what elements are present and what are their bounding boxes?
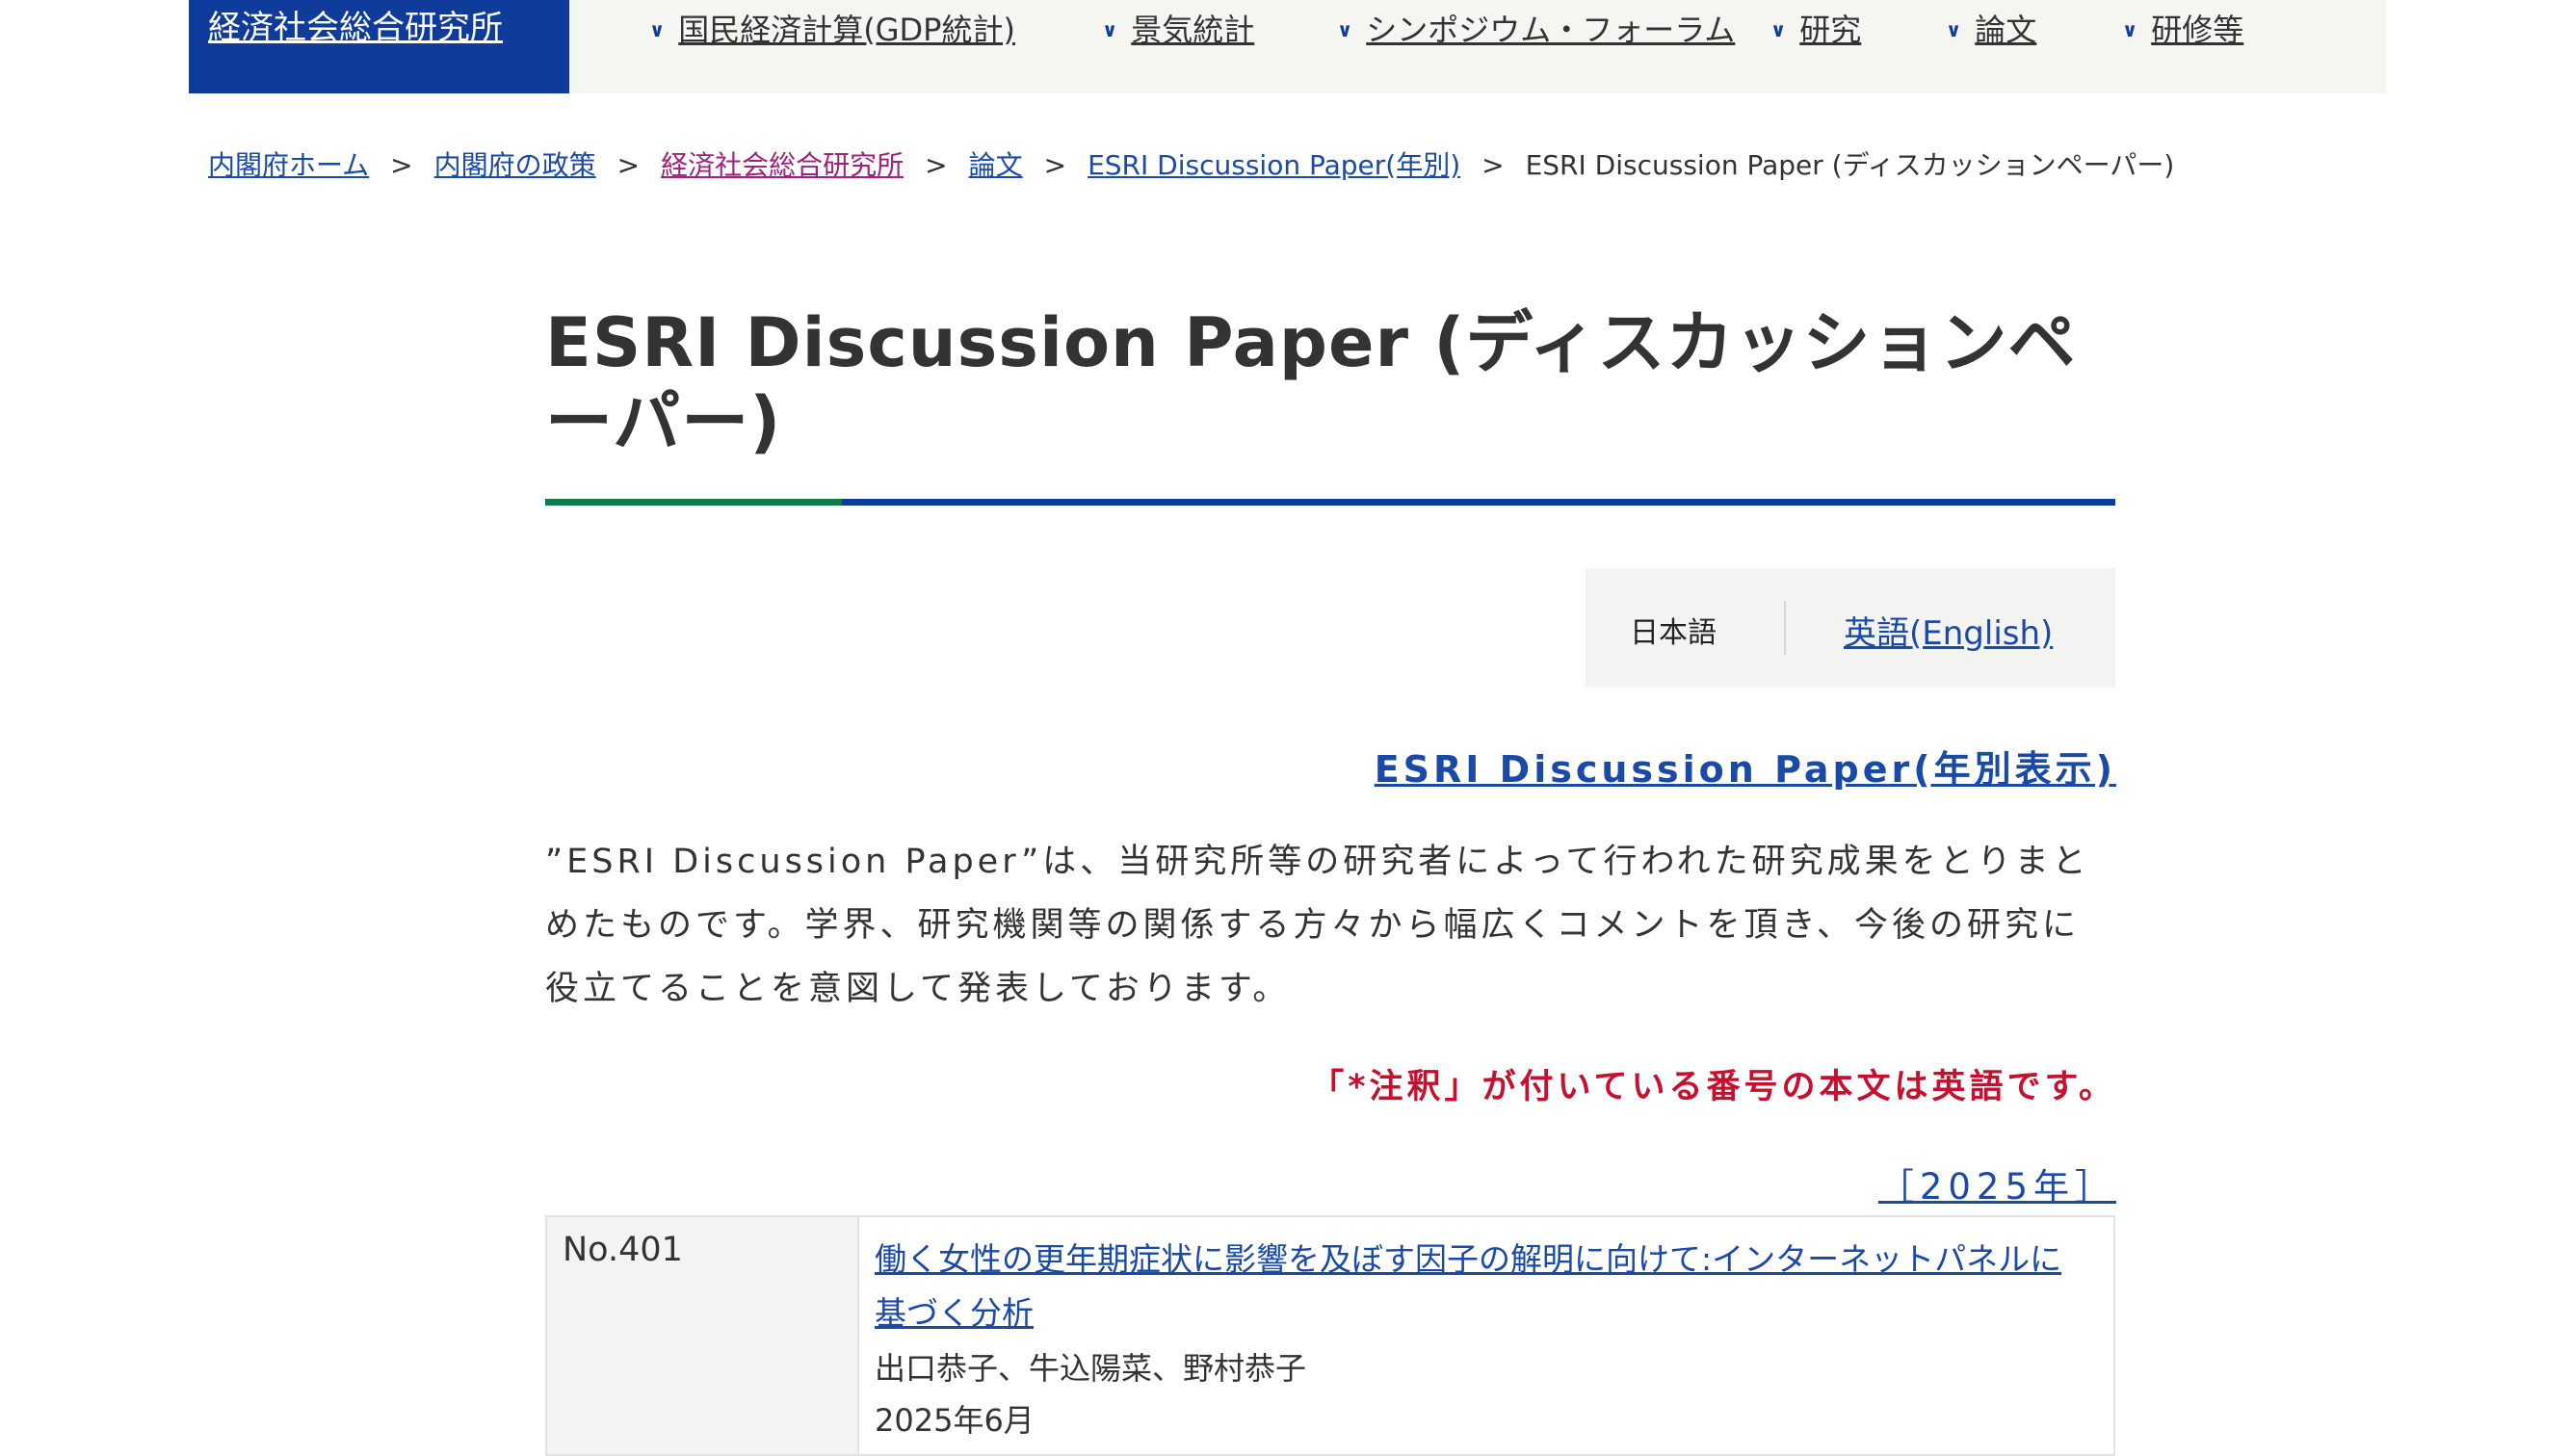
language-divider (1784, 601, 1786, 655)
breadcrumb-link-yearly[interactable]: ESRI Discussion Paper(年別) (1088, 149, 1460, 181)
language-english-link[interactable]: 英語(English) (1844, 607, 2053, 654)
breadcrumb-separator: > (616, 149, 641, 181)
english-note: 「*注釈」が付いている番号の本文は英語です。 (1310, 1068, 2116, 1106)
nav-item-label: シンポジウム・フォーラム (1366, 12, 1736, 48)
language-switcher: 日本語 英語(English) (1586, 568, 2115, 688)
nav-item-keiki[interactable]: ∨ 景気統計 (1102, 6, 1254, 50)
page-title: ESRI Discussion Paper (ディスカッションペーパー) (545, 303, 2077, 461)
paper-number: No.401 (547, 1217, 859, 1454)
year-heading-link[interactable]: ［2025年］ (1878, 1157, 2116, 1209)
nav-item-label: 研修等 (2151, 12, 2244, 48)
intro-description: ”ESRI Discussion Paper”は、当研究所等の研究者によって行わ… (545, 843, 2090, 1008)
paper-table: No.401 働く女性の更年期症状に影響を及ぼす因子の解明に向けて:インターネッ… (545, 1215, 2115, 1456)
chevron-down-icon: ∨ (2122, 18, 2138, 41)
nav-item-label: 論文 (1975, 12, 2037, 48)
nav-item-label: 景気統計 (1131, 12, 1255, 48)
paper-title-link[interactable]: 働く女性の更年期症状に影響を及ぼす因子の解明に向けて:インターネットパネルに基づ… (875, 1233, 2088, 1340)
breadcrumb-separator: > (1043, 149, 1067, 181)
breadcrumb-separator: > (390, 149, 413, 181)
nav-item-papers[interactable]: ∨ 論文 (1946, 6, 2036, 50)
chevron-down-icon: ∨ (1770, 18, 1787, 41)
paper-entry: 働く女性の更年期症状に影響を及ぼす因子の解明に向けて:インターネットパネルに基づ… (875, 1233, 2088, 1446)
global-nav: 経済社会総合研究所 ∨ 国民経済計算(GDP統計) ∨ 景気統計 ∨ シンポジウム・フ… (189, 0, 2386, 93)
chevron-down-icon: ∨ (649, 18, 666, 41)
chevron-down-icon: ∨ (1946, 18, 1962, 41)
breadcrumb-separator: > (1481, 149, 1505, 181)
site-brand-link[interactable]: 経済社会総合研究所 (189, 0, 569, 93)
chevron-down-icon: ∨ (1102, 18, 1118, 41)
yearly-view-link[interactable]: ESRI Discussion Paper(年別表示) (1375, 740, 2116, 793)
nav-item-research[interactable]: ∨ 研究 (1770, 6, 1861, 50)
nav-item-label: 国民経済計算(GDP統計) (678, 12, 1015, 48)
chevron-down-icon: ∨ (1337, 18, 1353, 41)
paper-date: 2025年6月 (875, 1402, 1035, 1439)
breadcrumb-link-papers[interactable]: 論文 (969, 149, 1023, 181)
nav-item-gdp[interactable]: ∨ 国民経済計算(GDP統計) (649, 6, 1015, 50)
breadcrumb-link-esri[interactable]: 経済社会総合研究所 (661, 149, 904, 181)
title-underline-accent (545, 499, 842, 506)
breadcrumb-separator: > (925, 149, 948, 181)
breadcrumb-current: ESRI Discussion Paper (ディスカッションペーパー) (1525, 149, 2175, 181)
breadcrumb-link-policy[interactable]: 内閣府の政策 (434, 149, 596, 181)
breadcrumb: 内閣府ホーム > 内閣府の政策 > 経済社会総合研究所 > 論文 > ESRI Discussi… (208, 144, 2174, 183)
nav-item-label: 研究 (1799, 12, 1862, 48)
nav-item-symposium[interactable]: ∨ シンポジウム・フォーラム (1337, 6, 1735, 50)
title-underline (545, 499, 2115, 506)
breadcrumb-link-home[interactable]: 内閣府ホーム (208, 149, 369, 181)
language-current: 日本語 (1630, 616, 1717, 650)
paper-authors: 出口恭子、牛込陽菜、野村恭子 (875, 1350, 1307, 1387)
nav-item-training[interactable]: ∨ 研修等 (2122, 6, 2243, 50)
